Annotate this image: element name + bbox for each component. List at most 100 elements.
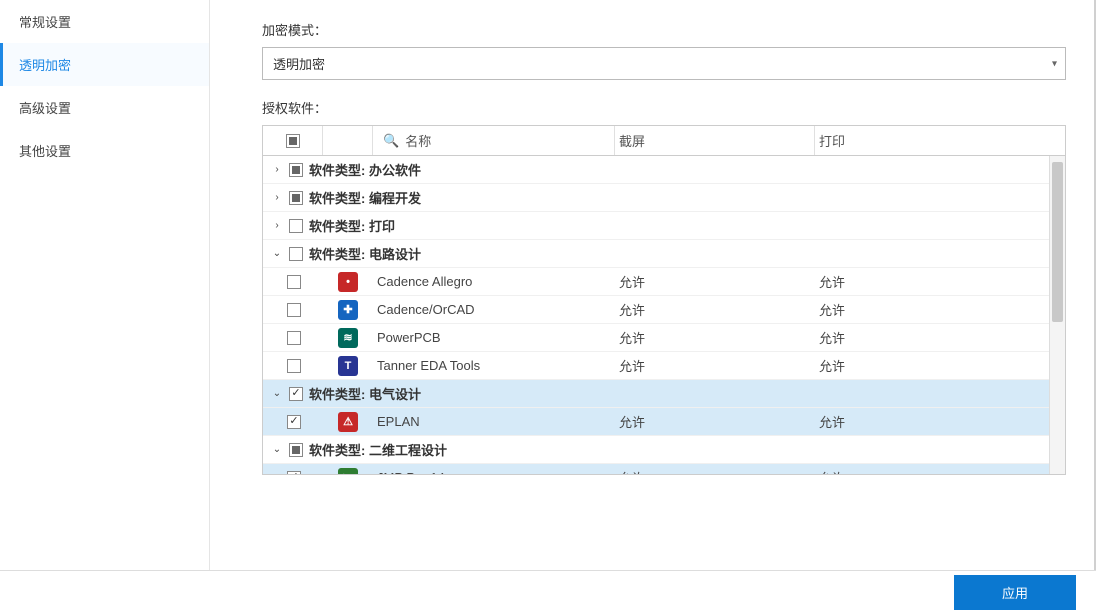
chevron-right-icon[interactable]: ›	[271, 220, 283, 231]
main-panel: 加密模式： 透明加密 ▾ 授权软件： 🔍 名称 截屏 打印	[210, 0, 1096, 570]
group-checkbox[interactable]	[289, 443, 303, 457]
encrypt-mode-select[interactable]: 透明加密 ▾	[262, 47, 1066, 80]
sidebar-item[interactable]: 高级设置	[0, 86, 209, 129]
chevron-down-icon: ▾	[1052, 58, 1057, 69]
header-screenshot-cell[interactable]: 截屏	[615, 126, 815, 155]
row-checkbox-cell[interactable]	[263, 415, 323, 429]
row-print: 允许	[815, 300, 1065, 319]
group-checkbox[interactable]	[289, 191, 303, 205]
settings-sidebar: 常规设置透明加密高级设置其他设置	[0, 0, 210, 570]
row-checkbox-cell[interactable]	[263, 275, 323, 289]
group-title: 软件类型: 电路设计	[309, 244, 421, 263]
chevron-down-icon[interactable]: ⌄	[271, 248, 283, 259]
group-row[interactable]: › 软件类型: 编程开发	[263, 184, 1065, 212]
app-icon: ✚	[338, 300, 358, 320]
apply-button[interactable]: 应用	[954, 575, 1076, 610]
group-title: 软件类型: 编程开发	[309, 188, 421, 207]
row-checkbox[interactable]	[287, 471, 301, 475]
row-checkbox-cell[interactable]	[263, 303, 323, 317]
group-title: 软件类型: 办公软件	[309, 160, 421, 179]
table-row[interactable]: ⚠EPLAN允许允许	[263, 408, 1065, 436]
row-checkbox[interactable]	[287, 275, 301, 289]
table-row[interactable]: ≋PowerPCB允许允许	[263, 324, 1065, 352]
row-icon-cell: ≋	[323, 328, 373, 348]
row-icon-cell: T	[323, 356, 373, 376]
header-name-cell[interactable]: 🔍 名称	[373, 126, 615, 155]
row-checkbox[interactable]	[287, 415, 301, 429]
row-name: JMP Pro 14	[373, 470, 615, 474]
header-screenshot-label: 截屏	[619, 131, 645, 150]
select-all-checkbox[interactable]	[286, 134, 300, 148]
row-screenshot: 允许	[615, 328, 815, 347]
sidebar-item[interactable]: 透明加密	[0, 43, 209, 86]
app-icon: T	[338, 356, 358, 376]
header-print-label: 打印	[819, 131, 845, 150]
table-row[interactable]: ✚Cadence/OrCAD允许允许	[263, 296, 1065, 324]
table-header-row: 🔍 名称 截屏 打印	[263, 126, 1065, 156]
header-checkbox-cell[interactable]	[263, 126, 323, 155]
header-name-label: 名称	[405, 131, 431, 150]
row-print: 允许	[815, 328, 1065, 347]
header-print-cell[interactable]: 打印	[815, 126, 1065, 155]
app-icon: •	[338, 272, 358, 292]
chevron-down-icon[interactable]: ⌄	[271, 388, 283, 399]
row-name: EPLAN	[373, 414, 615, 429]
chevron-down-icon[interactable]: ⌄	[271, 444, 283, 455]
sidebar-item[interactable]: 常规设置	[0, 0, 209, 43]
row-screenshot: 允许	[615, 412, 815, 431]
footer-bar: 应用	[0, 570, 1096, 614]
table-row[interactable]: TTanner EDA Tools允许允许	[263, 352, 1065, 380]
row-checkbox[interactable]	[287, 303, 301, 317]
group-checkbox[interactable]	[289, 387, 303, 401]
table-row[interactable]: •Cadence Allegro允许允许	[263, 268, 1065, 296]
table-row[interactable]: ▶JMP Pro 14允许允许	[263, 464, 1065, 474]
row-icon-cell: ▶	[323, 468, 373, 475]
search-icon: 🔍	[383, 133, 399, 149]
table-body: › 软件类型: 办公软件 › 软件类型: 编程开发 › 软件类型: 打印 ⌄ 软件类型: 电路…	[263, 156, 1065, 474]
group-checkbox[interactable]	[289, 219, 303, 233]
row-name: PowerPCB	[373, 330, 615, 345]
software-table: 🔍 名称 截屏 打印 › 软件类型: 办公软件 › 软件类型: 编程开发 › 软件类型: …	[262, 125, 1066, 475]
encrypt-mode-label: 加密模式：	[262, 20, 1066, 39]
group-title: 软件类型: 打印	[309, 216, 395, 235]
row-checkbox-cell[interactable]	[263, 359, 323, 373]
row-checkbox-cell[interactable]	[263, 331, 323, 345]
row-print: 允许	[815, 272, 1065, 291]
row-screenshot: 允许	[615, 272, 815, 291]
row-name: Tanner EDA Tools	[373, 358, 615, 373]
encrypt-mode-value: 透明加密	[273, 57, 325, 72]
group-row[interactable]: ⌄ 软件类型: 电路设计	[263, 240, 1065, 268]
apply-button-label: 应用	[1002, 586, 1028, 601]
group-row[interactable]: ⌄ 软件类型: 二维工程设计	[263, 436, 1065, 464]
chevron-right-icon[interactable]: ›	[271, 192, 283, 203]
row-checkbox[interactable]	[287, 359, 301, 373]
row-checkbox[interactable]	[287, 331, 301, 345]
group-row[interactable]: ⌄ 软件类型: 电气设计	[263, 380, 1065, 408]
group-title: 软件类型: 电气设计	[309, 384, 421, 403]
vertical-scrollbar[interactable]	[1049, 156, 1065, 474]
row-name: Cadence Allegro	[373, 274, 615, 289]
group-checkbox[interactable]	[289, 247, 303, 261]
group-row[interactable]: › 软件类型: 办公软件	[263, 156, 1065, 184]
row-checkbox-cell[interactable]	[263, 471, 323, 475]
row-icon-cell: ⚠	[323, 412, 373, 432]
row-print: 允许	[815, 412, 1065, 431]
row-name: Cadence/OrCAD	[373, 302, 615, 317]
app-icon: ≋	[338, 328, 358, 348]
row-screenshot: 允许	[615, 356, 815, 375]
chevron-right-icon[interactable]: ›	[271, 164, 283, 175]
group-checkbox[interactable]	[289, 163, 303, 177]
scrollbar-thumb[interactable]	[1052, 162, 1063, 322]
app-icon: ▶	[338, 468, 358, 475]
header-icon-cell	[323, 126, 373, 155]
row-print: 允许	[815, 356, 1065, 375]
row-icon-cell: •	[323, 272, 373, 292]
sidebar-item[interactable]: 其他设置	[0, 129, 209, 172]
row-screenshot: 允许	[615, 300, 815, 319]
row-icon-cell: ✚	[323, 300, 373, 320]
row-screenshot: 允许	[615, 468, 815, 474]
group-row[interactable]: › 软件类型: 打印	[263, 212, 1065, 240]
row-print: 允许	[815, 468, 1065, 474]
auth-software-label: 授权软件：	[262, 98, 1066, 117]
group-title: 软件类型: 二维工程设计	[309, 440, 447, 459]
